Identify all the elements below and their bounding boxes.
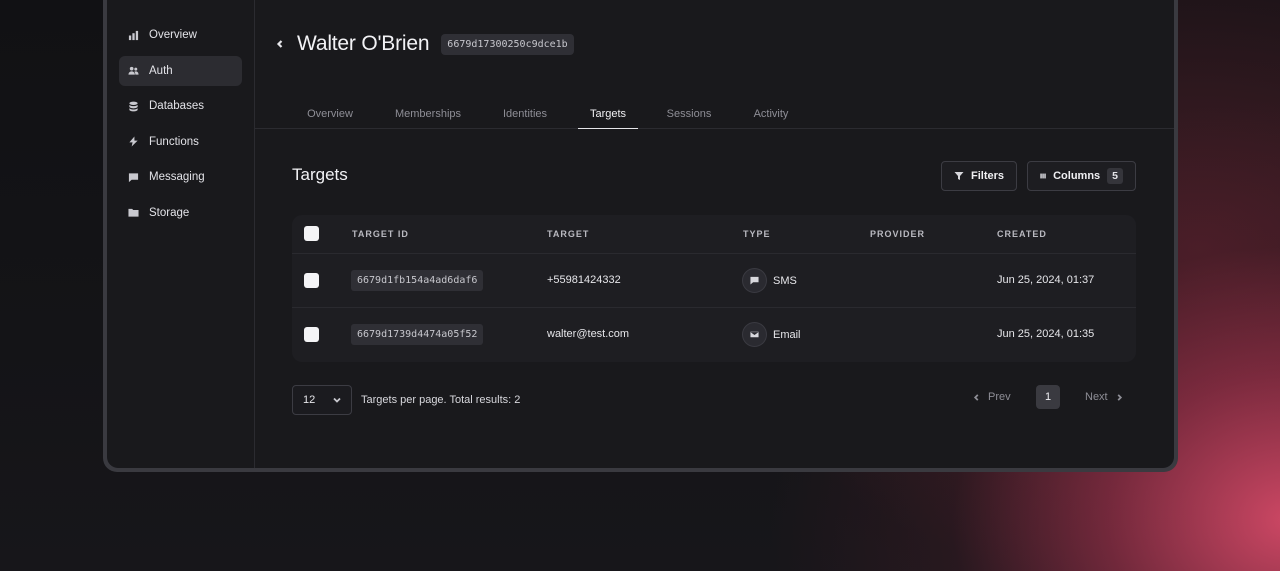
filters-button[interactable]: Filters [941, 161, 1018, 191]
table-header: TARGET ID TARGET TYPE PROVIDER CREATED [292, 215, 1136, 254]
mail-icon [742, 322, 767, 347]
columns-icon [1040, 173, 1046, 179]
row-checkbox[interactable] [304, 273, 319, 288]
back-chevron-icon[interactable] [273, 37, 287, 51]
page-number-button[interactable]: 1 [1036, 385, 1060, 409]
chevron-left-icon [973, 393, 979, 401]
sidebar-item-label: Functions [149, 135, 199, 148]
page-title: Walter O'Brien [297, 32, 430, 55]
folder-icon [128, 207, 139, 218]
per-page-select[interactable]: 12 [292, 385, 352, 415]
target-id-cell[interactable]: 6679d1739d4474a05f52 [351, 324, 484, 345]
next-label: Next [1085, 391, 1108, 403]
target-cell: +55981424332 [547, 274, 621, 286]
sidebar-item-label: Databases [149, 100, 204, 112]
sidebar-item-label: Auth [149, 64, 173, 77]
sidebar-item-messaging[interactable]: Messaging [119, 162, 242, 192]
select-all-checkbox[interactable] [304, 226, 319, 241]
sidebar-item-storage[interactable]: Storage [119, 198, 242, 228]
chevron-down-icon [333, 397, 341, 403]
sidebar-item-functions[interactable]: Functions [119, 127, 242, 157]
message-icon [742, 268, 767, 293]
tab-activity[interactable]: Activity [754, 108, 789, 128]
pagination-summary: Targets per page. Total results: 2 [361, 394, 521, 406]
chevron-right-icon [1117, 393, 1122, 401]
type-cell: Email [742, 322, 801, 347]
prev-label: Prev [988, 391, 1011, 403]
user-id-badge[interactable]: 6679d17300250c9dce1b [441, 33, 574, 55]
tab-bar: Overview Memberships Identities Targets … [255, 98, 1174, 129]
sidebar-item-auth[interactable]: Auth [119, 55, 242, 86]
filters-label: Filters [971, 170, 1005, 182]
type-label: Email [773, 328, 801, 341]
users-icon [128, 65, 139, 76]
column-header-type[interactable]: TYPE [743, 229, 771, 239]
column-header-provider[interactable]: PROVIDER [870, 229, 925, 239]
prev-page-button[interactable]: Prev [973, 385, 1011, 409]
active-tab-indicator [578, 128, 638, 129]
columns-button[interactable]: Columns 5 [1027, 161, 1136, 191]
tab-memberships[interactable]: Memberships [395, 108, 461, 128]
tab-targets[interactable]: Targets [590, 108, 626, 128]
bar-chart-icon [128, 30, 139, 41]
type-cell: SMS [742, 268, 797, 293]
sidebar: Overview Auth Databases Functions Messag… [107, 0, 255, 468]
page-header: Walter O'Brien 6679d17300250c9dce1b [273, 32, 574, 56]
filter-icon [954, 172, 964, 180]
row-checkbox[interactable] [304, 327, 319, 342]
targets-table: TARGET ID TARGET TYPE PROVIDER CREATED 6… [292, 215, 1136, 362]
sidebar-item-overview[interactable]: Overview [119, 20, 242, 50]
target-cell: walter@test.com [547, 328, 630, 340]
created-cell: Jun 25, 2024, 01:35 [997, 328, 1095, 340]
database-icon [128, 101, 139, 112]
message-icon [128, 172, 139, 183]
next-page-button[interactable]: Next [1085, 385, 1123, 409]
sidebar-item-label: Messaging [149, 171, 205, 183]
created-cell: Jun 25, 2024, 01:37 [997, 274, 1095, 286]
column-header-created[interactable]: CREATED [997, 229, 1047, 239]
type-label: SMS [773, 274, 797, 287]
target-id-cell[interactable]: 6679d1fb154a4ad6daf6 [351, 270, 484, 291]
sidebar-item-databases[interactable]: Databases [119, 91, 242, 121]
app-window: Overview Auth Databases Functions Messag… [103, 0, 1178, 472]
per-page-value: 12 [303, 394, 316, 406]
tab-identities[interactable]: Identities [503, 108, 547, 128]
tab-sessions[interactable]: Sessions [667, 108, 712, 128]
section-title: Targets [292, 165, 348, 184]
column-header-target[interactable]: TARGET [547, 229, 589, 239]
table-row[interactable]: 6679d1fb154a4ad6daf6 +55981424332 SMS Ju… [292, 254, 1136, 308]
sidebar-item-label: Overview [149, 29, 197, 41]
columns-count-badge: 5 [1107, 168, 1123, 184]
column-header-target-id[interactable]: TARGET ID [352, 229, 409, 239]
console-app: Overview Auth Databases Functions Messag… [107, 0, 1174, 468]
main-content: Walter O'Brien 6679d17300250c9dce1b Over… [255, 0, 1174, 468]
lightning-icon [128, 136, 139, 147]
columns-label: Columns [1053, 170, 1101, 182]
tab-overview[interactable]: Overview [307, 108, 353, 128]
table-row[interactable]: 6679d1739d4474a05f52 walter@test.com Ema… [292, 308, 1136, 362]
sidebar-item-label: Storage [149, 206, 190, 219]
